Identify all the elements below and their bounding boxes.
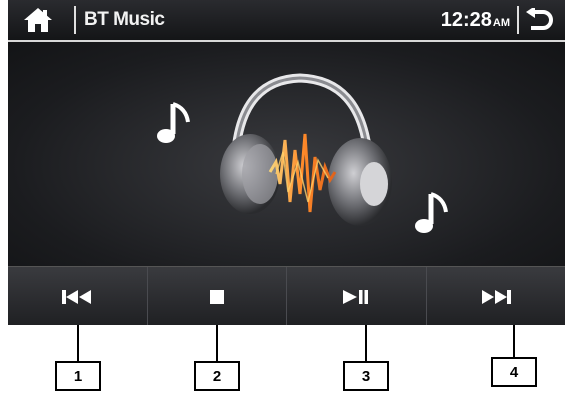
clock: 12:28AM <box>441 0 510 40</box>
album-art-area <box>8 42 565 266</box>
previous-icon <box>62 289 92 304</box>
title-separator <box>74 6 76 34</box>
play-pause-icon <box>343 289 369 304</box>
playback-controls <box>8 266 565 325</box>
music-note-icon <box>415 192 448 233</box>
clock-ampm: AM <box>492 17 510 29</box>
back-arrow-icon[interactable] <box>519 0 559 40</box>
callout-line-2 <box>216 325 218 361</box>
home-icon[interactable] <box>14 0 62 40</box>
next-icon <box>481 289 511 304</box>
stop-button[interactable] <box>148 267 287 325</box>
callout-line-1 <box>77 325 79 361</box>
previous-track-button[interactable] <box>8 267 148 325</box>
stop-icon <box>209 289 224 304</box>
callout-line-3 <box>365 325 367 361</box>
headphones-music-icon <box>220 73 392 226</box>
head-unit-screen: BT Music 12:28AM <box>8 0 565 325</box>
callout-label-3: 3 <box>343 361 389 391</box>
app-title: BT Music <box>84 9 165 30</box>
callout-label-4: 4 <box>491 357 537 387</box>
play-pause-button[interactable] <box>287 267 427 325</box>
music-note-icon <box>157 102 190 143</box>
callout-label-1: 1 <box>55 361 101 391</box>
next-track-button[interactable] <box>427 267 566 325</box>
clock-time: 12:28 <box>440 9 492 31</box>
callout-line-4 <box>513 325 515 357</box>
callout-label-2: 2 <box>194 361 240 391</box>
title-bar: BT Music 12:28AM <box>8 0 565 42</box>
